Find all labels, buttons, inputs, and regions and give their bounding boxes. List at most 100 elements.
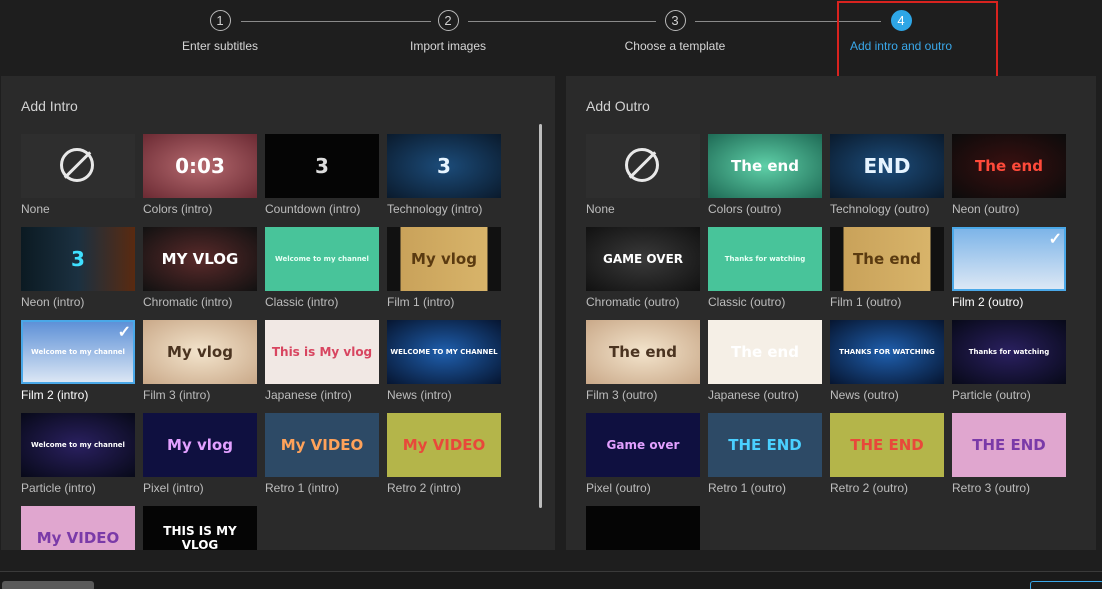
template-label: Retro 2 (outro)	[830, 481, 909, 495]
thumbnail-text: Thanks for watching	[968, 348, 1050, 356]
template-tile[interactable]: The end Film 3 (outro)	[586, 320, 700, 413]
template-label: Countdown (intro)	[265, 202, 361, 216]
checkmark-icon: ✓	[1048, 231, 1062, 248]
checkmark-icon: ✓	[117, 324, 131, 341]
thumbnail-text: My vlog	[167, 343, 233, 361]
template-tile[interactable]: THIS IS MY VLOG	[143, 506, 257, 550]
template-thumbnail: My vlog	[143, 413, 257, 477]
template-tile[interactable]: Thanks for watching Classic (outro)	[708, 227, 822, 320]
template-tile[interactable]: Thanks for watching Particle (outro)	[952, 320, 1066, 413]
template-tile[interactable]: Welcome to my channel ✓ Film 2 (intro)	[21, 320, 135, 413]
thumbnail-text: Welcome to my channel	[31, 348, 125, 356]
template-tile[interactable]: The end Neon (outro)	[952, 134, 1066, 227]
template-tile[interactable]: Welcome to my channel Particle (intro)	[21, 413, 135, 506]
template-tile[interactable]: END Technology (outro)	[830, 134, 944, 227]
template-label: Retro 3 (outro)	[952, 481, 1031, 495]
step-choose-template[interactable]: 3 Choose a template	[575, 10, 775, 53]
template-thumbnail: Welcome to my channel	[21, 413, 135, 477]
template-label: News (outro)	[830, 388, 899, 402]
highlight-annotation	[837, 1, 998, 82]
next-button[interactable]	[1030, 581, 1102, 589]
template-tile[interactable]: Welcome to my channel Classic (intro)	[265, 227, 379, 320]
template-tile[interactable]: My VIDEO Retro 2 (intro)	[387, 413, 501, 506]
template-thumbnail: Welcome to my channel ✓	[21, 320, 135, 384]
thumbnail-text: The end	[731, 343, 799, 361]
template-tile[interactable]: THE END Retro 3 (outro)	[952, 413, 1066, 506]
template-label: Japanese (intro)	[265, 388, 352, 402]
template-thumbnail: Welcome to my channel	[265, 227, 379, 291]
template-tile[interactable]: My VIDEO	[21, 506, 135, 550]
template-label: Colors (outro)	[708, 202, 782, 216]
template-tile[interactable]: My vlog Film 3 (intro)	[143, 320, 257, 413]
template-thumbnail	[21, 134, 135, 198]
step-enter-subtitles[interactable]: 1 Enter subtitles	[120, 10, 320, 53]
template-label: Neon (intro)	[21, 295, 85, 309]
template-tile[interactable]: My vlog Film 1 (intro)	[387, 227, 501, 320]
thumbnail-text: My VIDEO	[402, 436, 486, 454]
template-tile[interactable]: This is My vlog Japanese (intro)	[265, 320, 379, 413]
template-label: Film 2 (intro)	[21, 388, 89, 402]
template-tile[interactable]: None	[586, 134, 700, 227]
template-thumbnail: My vlog	[143, 320, 257, 384]
step-label: Import images	[409, 39, 487, 53]
template-tile[interactable]: WELCOME TO MY CHANNEL News (intro)	[387, 320, 501, 413]
thumbnail-text: GAME OVER	[602, 252, 684, 266]
template-tile[interactable]: Game over Pixel (outro)	[586, 413, 700, 506]
template-tile[interactable]: The end Colors (outro)	[708, 134, 822, 227]
template-tile[interactable]: My vlog Pixel (intro)	[143, 413, 257, 506]
template-tile[interactable]: THE END Retro 2 (outro)	[830, 413, 944, 506]
template-label: None	[586, 202, 615, 216]
template-label: Pixel (intro)	[143, 481, 204, 495]
template-thumbnail: My VIDEO	[387, 413, 501, 477]
template-tile[interactable]: 3 Countdown (intro)	[265, 134, 379, 227]
template-tile[interactable]: 3 Technology (intro)	[387, 134, 501, 227]
thumbnail-text: THE END	[972, 436, 1046, 454]
thumbnail-text: Welcome to my channel	[275, 255, 369, 263]
template-thumbnail: MY VLOG	[143, 227, 257, 291]
template-tile[interactable]: THANKS FOR WATCHING News (outro)	[830, 320, 944, 413]
thumbnail-text: THE END	[850, 436, 924, 454]
template-thumbnail: The end	[708, 134, 822, 198]
template-thumbnail: Thanks for watching	[708, 227, 822, 291]
prohibited-icon	[60, 148, 94, 182]
template-tile[interactable]: 0:03 Colors (intro)	[143, 134, 257, 227]
template-thumbnail: 0:03	[143, 134, 257, 198]
template-thumbnail: 3	[265, 134, 379, 198]
template-tile[interactable]: MY VLOG Chromatic (intro)	[143, 227, 257, 320]
template-thumbnail	[586, 134, 700, 198]
step-import-images[interactable]: 2 Import images	[348, 10, 548, 53]
thumbnail-text: The end	[731, 157, 799, 175]
template-thumbnail: This is My vlog	[265, 320, 379, 384]
template-label: None	[21, 202, 50, 216]
template-tile[interactable]	[586, 506, 700, 550]
template-label: Film 3 (outro)	[586, 388, 658, 402]
template-thumbnail: GAME OVER	[586, 227, 700, 291]
template-thumbnail: My vlog	[387, 227, 501, 291]
template-tile[interactable]: None	[21, 134, 135, 227]
template-label: Retro 2 (intro)	[387, 481, 462, 495]
template-thumbnail: THE END	[708, 413, 822, 477]
template-thumbnail: The end	[952, 134, 1066, 198]
template-label: Chromatic (outro)	[586, 295, 680, 309]
template-tile[interactable]: GAME OVER Chromatic (outro)	[586, 227, 700, 320]
thumbnail-text: The end	[853, 250, 921, 268]
thumbnail-text: My vlog	[167, 436, 233, 454]
template-label: Particle (intro)	[21, 481, 96, 495]
thumbnail-text: My vlog	[411, 250, 477, 268]
template-tile[interactable]: My VIDEO Retro 1 (intro)	[265, 413, 379, 506]
template-thumbnail: Thanks for watching	[952, 320, 1066, 384]
template-tile[interactable]: The end Film 1 (outro)	[830, 227, 944, 320]
back-button[interactable]	[2, 581, 94, 589]
step-number: 1	[209, 10, 231, 31]
template-thumbnail: THE END	[830, 413, 944, 477]
template-tile[interactable]: 3 Neon (intro)	[21, 227, 135, 320]
step-label: Enter subtitles	[181, 39, 259, 53]
template-tile[interactable]: The end Japanese (outro)	[708, 320, 822, 413]
step-number: 3	[664, 10, 686, 31]
template-label: Retro 1 (outro)	[708, 481, 787, 495]
intro-scrollbar[interactable]	[539, 124, 542, 508]
thumbnail-text: THE END	[728, 436, 802, 454]
template-label: Pixel (outro)	[586, 481, 651, 495]
template-tile[interactable]: THE END Retro 1 (outro)	[708, 413, 822, 506]
template-tile[interactable]: ✓ Film 2 (outro)	[952, 227, 1066, 320]
